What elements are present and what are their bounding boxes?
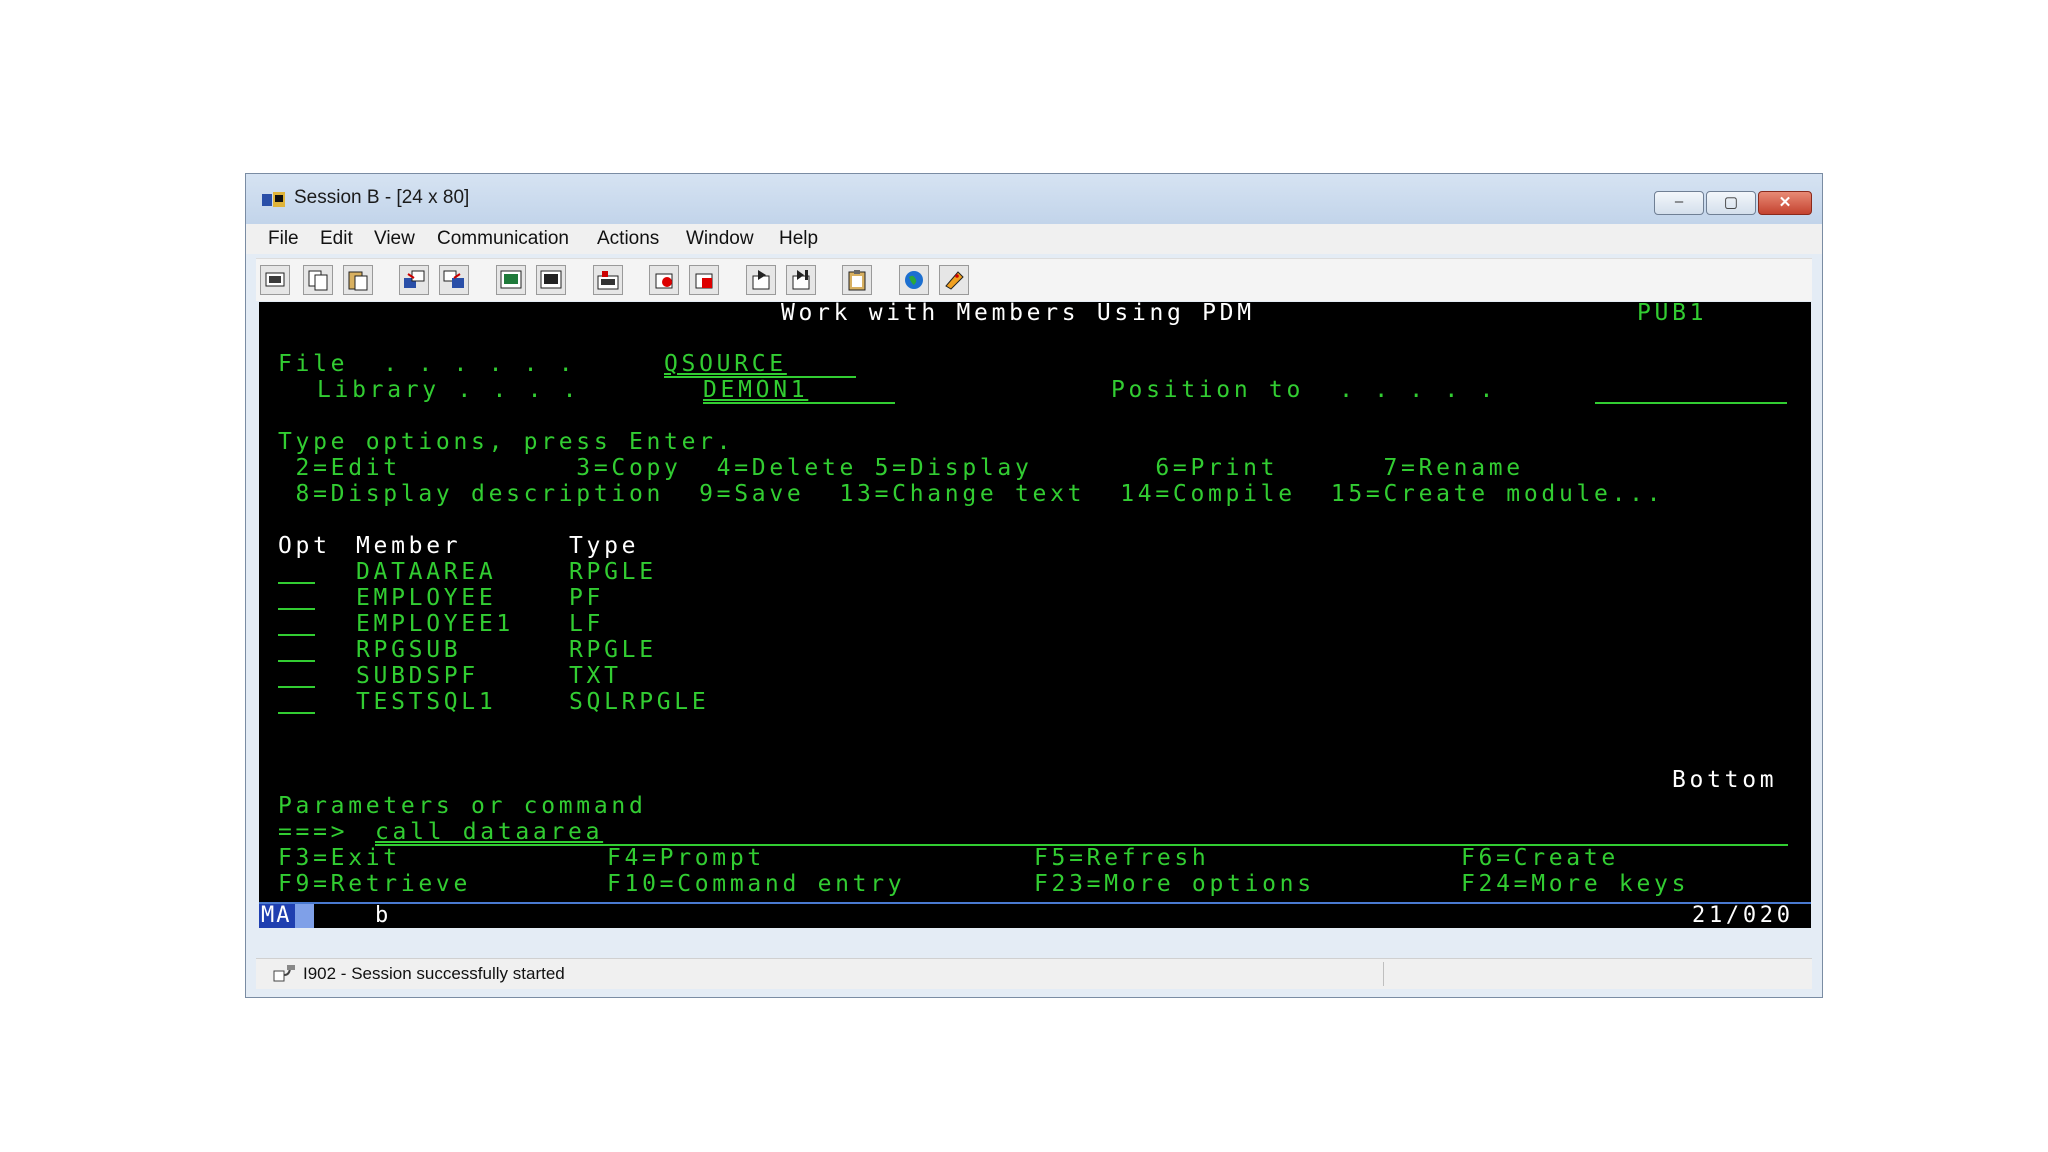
minimize-icon: ‒ bbox=[1674, 193, 1684, 210]
input-mode-indicator: MA bbox=[259, 903, 314, 928]
member-name: EMPLOYEE bbox=[356, 585, 497, 611]
option-input[interactable] bbox=[278, 660, 315, 662]
status-divider bbox=[1383, 962, 1384, 986]
position-input-underline bbox=[1595, 402, 1787, 404]
parameters-label: Parameters or command bbox=[278, 793, 647, 819]
maximize-button[interactable]: ▢ bbox=[1706, 191, 1756, 215]
play-macro-icon[interactable] bbox=[746, 265, 776, 295]
option-input[interactable] bbox=[278, 686, 315, 688]
display-icon[interactable] bbox=[496, 265, 526, 295]
member-name: DATAAREA bbox=[356, 559, 497, 585]
stop-macro-icon[interactable] bbox=[689, 265, 719, 295]
toolbar bbox=[256, 258, 1812, 301]
emulator-window: Session B - [24 x 80] ‒ ▢ ✕ File Edit Vi… bbox=[245, 173, 1823, 998]
terminal-screen[interactable]: Work with Members Using PDM PUB1 File . … bbox=[259, 302, 1811, 928]
option-input[interactable] bbox=[278, 608, 315, 610]
library-input[interactable]: DEMON1 bbox=[703, 377, 808, 403]
screen-title: Work with Members Using PDM bbox=[781, 302, 1255, 326]
fkey-f24[interactable]: F24=More keys bbox=[1461, 871, 1689, 897]
menu-help[interactable]: Help bbox=[779, 228, 818, 250]
paste-icon[interactable] bbox=[343, 265, 373, 295]
file-input[interactable]: QSOURCE bbox=[664, 351, 787, 377]
member-type: LF bbox=[569, 611, 605, 637]
status-message: I902 - Session successfully started bbox=[303, 964, 565, 983]
fkey-f5[interactable]: F5=Refresh bbox=[1034, 845, 1209, 871]
library-input-underline bbox=[703, 402, 895, 404]
menu-communication[interactable]: Communication bbox=[437, 228, 569, 250]
options-line-2: 8=Display description 9=Save 13=Change t… bbox=[278, 481, 1665, 507]
cursor-position: 21/020 bbox=[1692, 903, 1794, 928]
column-opt: Opt bbox=[278, 533, 331, 559]
option-input[interactable] bbox=[278, 712, 315, 714]
menu-bar: File Edit View Communication Actions Win… bbox=[246, 224, 1822, 254]
minimize-button[interactable]: ‒ bbox=[1654, 191, 1704, 215]
print-screen-icon[interactable] bbox=[260, 265, 290, 295]
library-label: Library . . . . bbox=[317, 377, 581, 403]
connection-icon bbox=[273, 965, 295, 982]
member-name: TESTSQL1 bbox=[356, 689, 497, 715]
session-indicator: b bbox=[375, 903, 392, 928]
fkey-f6[interactable]: F6=Create bbox=[1461, 845, 1619, 871]
clipboard-icon[interactable] bbox=[842, 265, 872, 295]
record-macro-icon[interactable] bbox=[649, 265, 679, 295]
operator-info-area: MA b 21/020 bbox=[259, 902, 1811, 928]
fkey-f23[interactable]: F23=More options bbox=[1034, 871, 1315, 897]
help-icon[interactable] bbox=[939, 265, 969, 295]
fkey-f9[interactable]: F9=Retrieve bbox=[278, 871, 471, 897]
command-prompt: ===> bbox=[278, 819, 349, 845]
menu-actions[interactable]: Actions bbox=[597, 228, 659, 250]
member-type: PF bbox=[569, 585, 605, 611]
file-label: File . . . . . . bbox=[278, 351, 577, 377]
keypad-icon[interactable] bbox=[536, 265, 566, 295]
command-line-input[interactable]: call dataarea bbox=[375, 819, 603, 845]
copy-icon[interactable] bbox=[303, 265, 333, 295]
member-name: RPGSUB bbox=[356, 637, 462, 663]
option-input[interactable] bbox=[278, 582, 315, 584]
fkey-f10[interactable]: F10=Command entry bbox=[607, 871, 905, 897]
instructions: Type options, press Enter. bbox=[278, 429, 735, 455]
macro-icon[interactable] bbox=[593, 265, 623, 295]
send-file-icon[interactable] bbox=[399, 265, 429, 295]
globe-icon[interactable] bbox=[899, 265, 929, 295]
maximize-icon: ▢ bbox=[1723, 194, 1739, 211]
receive-file-icon[interactable] bbox=[439, 265, 469, 295]
member-type: TXT bbox=[569, 663, 622, 689]
menu-window[interactable]: Window bbox=[686, 228, 754, 250]
menu-file[interactable]: File bbox=[268, 228, 299, 250]
member-type: RPGLE bbox=[569, 637, 657, 663]
status-bar: I902 - Session successfully started bbox=[256, 958, 1812, 989]
menu-view[interactable]: View bbox=[374, 228, 415, 250]
session-icon bbox=[262, 192, 285, 207]
play-step-icon[interactable] bbox=[786, 265, 816, 295]
member-name: EMPLOYEE1 bbox=[356, 611, 514, 637]
option-input[interactable] bbox=[278, 634, 315, 636]
menu-edit[interactable]: Edit bbox=[320, 228, 353, 250]
fkey-f3[interactable]: F3=Exit bbox=[278, 845, 401, 871]
close-icon: ✕ bbox=[1778, 194, 1792, 211]
column-type: Type bbox=[569, 533, 640, 559]
input-mode-text: MA bbox=[261, 903, 292, 928]
close-button[interactable]: ✕ bbox=[1758, 191, 1812, 215]
bottom-indicator: Bottom bbox=[1672, 767, 1778, 793]
system-name: PUB1 bbox=[1637, 302, 1708, 326]
position-label: Position to . . . . . bbox=[1111, 377, 1498, 403]
member-name: SUBDSPF bbox=[356, 663, 479, 689]
column-member: Member bbox=[356, 533, 462, 559]
member-type: SQLRPGLE bbox=[569, 689, 710, 715]
options-line-1: 2=Edit 3=Copy 4=Delete 5=Display 6=Print… bbox=[278, 455, 1524, 481]
window-title: Session B - [24 x 80] bbox=[294, 187, 470, 208]
title-bar[interactable]: Session B - [24 x 80] ‒ ▢ ✕ bbox=[246, 174, 1822, 224]
fkey-f4[interactable]: F4=Prompt bbox=[607, 845, 765, 871]
member-type: RPGLE bbox=[569, 559, 657, 585]
